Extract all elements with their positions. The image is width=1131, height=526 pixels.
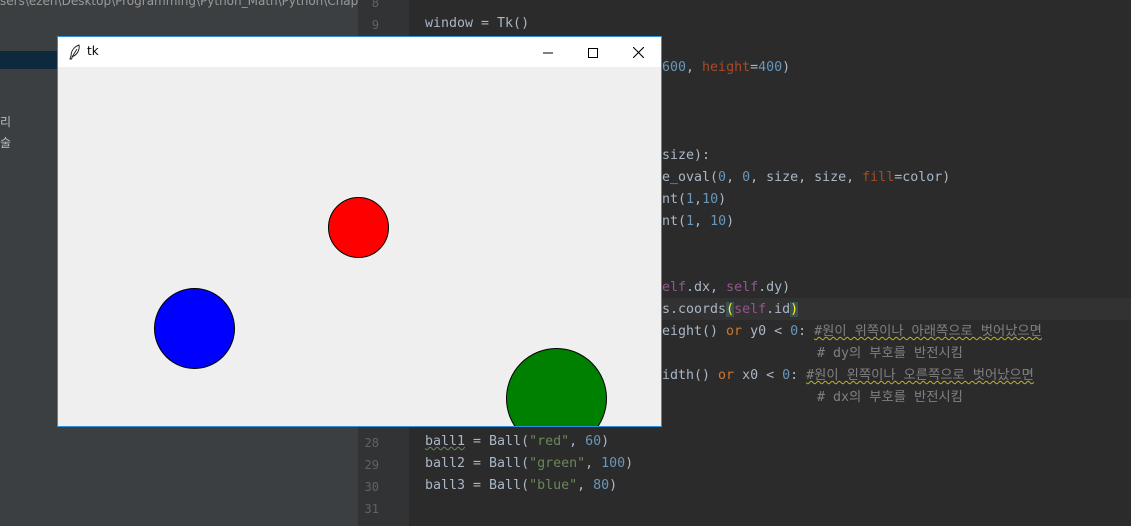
code-comment: # dx의 부호를 반전시킴: [817, 390, 963, 405]
code-line: 600, height=400): [662, 60, 791, 75]
tree-item[interactable]: 술: [0, 134, 11, 151]
code-line: nt(1, 10): [662, 214, 735, 229]
code-line: eight() or y0 < 0: #원이 위쪽이나 아래쪽으로 벗어났으면: [662, 324, 1042, 339]
code-line: elf.dx, self.dy): [662, 280, 791, 295]
green-ball: [506, 348, 607, 426]
line-number: 29: [364, 458, 379, 472]
code-line: window = Tk(): [425, 16, 530, 31]
code-line: ball1 = Ball("red", 60): [425, 434, 610, 449]
window-titlebar[interactable]: tk: [58, 37, 661, 67]
tk-window[interactable]: tk: [57, 36, 662, 427]
line-number: 30: [364, 480, 379, 494]
code-line: e_oval(0, 0, size, size, fill=color): [662, 170, 951, 185]
line-number: 8: [371, 0, 379, 10]
code-line: ball3 = Ball("blue", 80): [425, 478, 618, 493]
line-number: 31: [364, 502, 379, 516]
minimize-button[interactable]: [525, 37, 571, 67]
code-line: s.coords(self.id): [662, 302, 799, 317]
tree-item[interactable]: 리: [0, 113, 11, 130]
code-comment: # dy의 부호를 반전시킴: [817, 346, 963, 361]
maximize-button[interactable]: [570, 37, 616, 67]
red-ball: [328, 197, 389, 258]
line-number: 28: [364, 436, 379, 450]
code-line: idth() or x0 < 0: #원이 왼쪽이나 오른쪽으로 벗어났으면: [662, 368, 1034, 383]
minimize-icon: [543, 43, 553, 62]
project-path[interactable]: sers\ezen\Desktop\Programming\Python_Mat…: [0, 0, 358, 8]
line-number: 9: [371, 18, 379, 32]
blue-ball: [154, 288, 235, 369]
code-line: ball2 = Ball("green", 100): [425, 456, 634, 471]
window-title: tk: [87, 44, 99, 58]
feather-icon: [68, 44, 82, 60]
code-line: size):: [662, 148, 711, 163]
tk-canvas[interactable]: [58, 67, 661, 426]
maximize-icon: [588, 43, 598, 62]
close-icon: [632, 43, 644, 62]
code-line: nt(1,10): [662, 192, 727, 207]
close-button[interactable]: [615, 37, 661, 67]
